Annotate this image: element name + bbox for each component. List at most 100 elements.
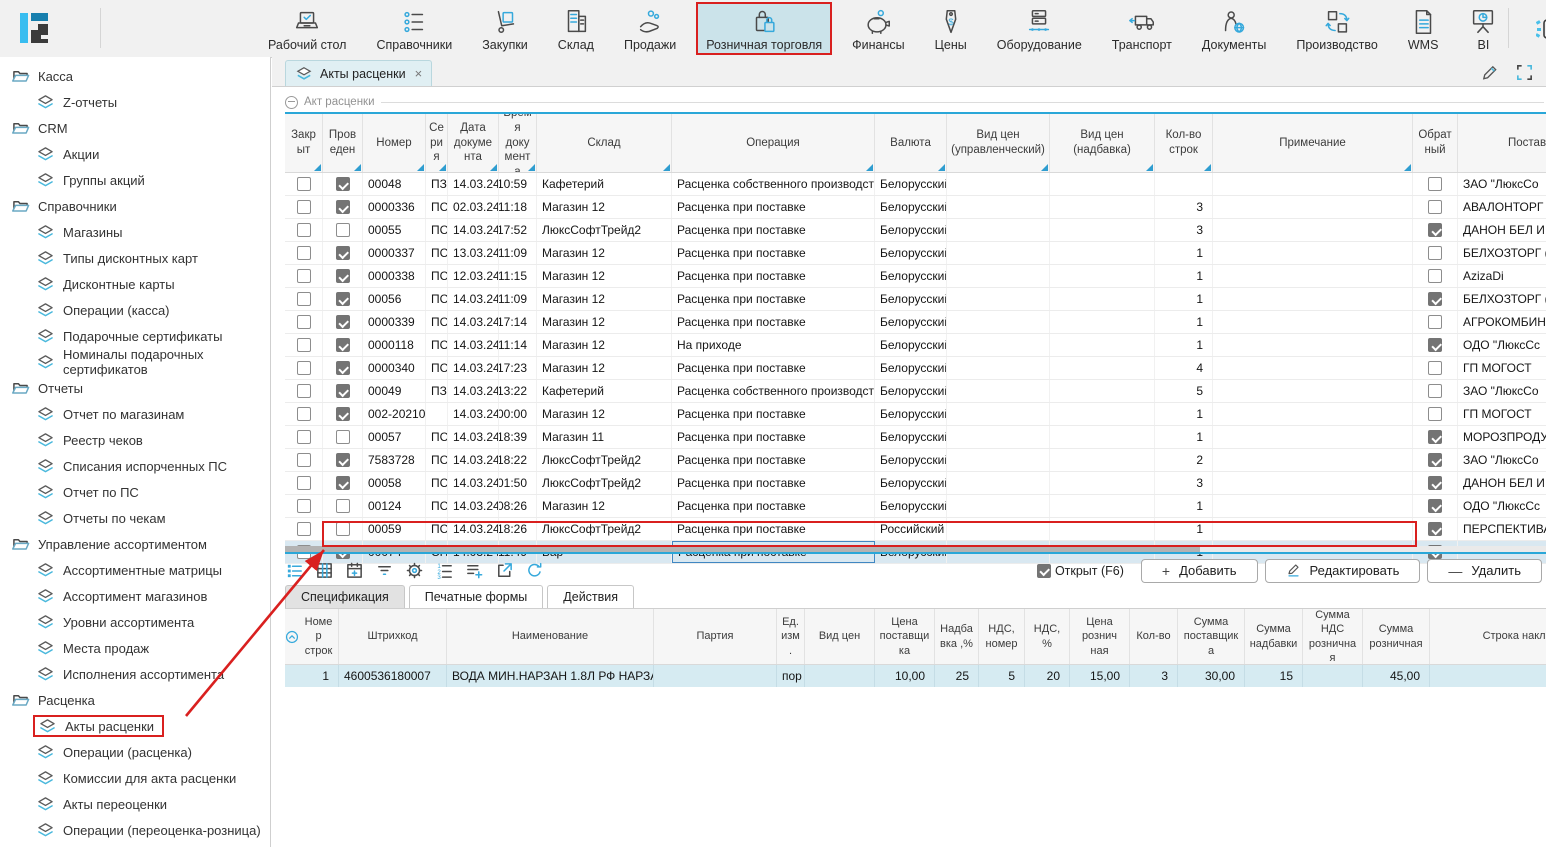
table-row[interactable]: 00057ПС14.03.2418:39Магазин 11Расценка п… <box>285 426 1546 449</box>
sidebar-item[interactable]: Уровни ассортимента <box>0 609 270 635</box>
posted-checkbox[interactable] <box>336 269 350 283</box>
sidebar-item[interactable]: Операции (касса) <box>0 297 270 323</box>
toolbar-item-transport[interactable]: Транспорт <box>1102 2 1182 55</box>
closed-checkbox[interactable] <box>297 292 311 306</box>
detail-tab-0[interactable]: Спецификация <box>285 585 405 608</box>
sidebar-item[interactable]: Типы дисконтных карт <box>0 245 270 271</box>
sidebar-item[interactable]: Места продаж <box>0 635 270 661</box>
delete-button[interactable]: —Удалить <box>1427 559 1542 583</box>
spec-column-header[interactable]: Цена поставщика <box>875 609 935 664</box>
spec-column-header[interactable]: Наименование <box>447 609 654 664</box>
numbered-list-icon[interactable]: 123 <box>435 561 454 580</box>
table-row[interactable]: 0000339ПС14.03.2417:14Магазин 12Расценка… <box>285 311 1546 334</box>
tab-close-icon[interactable]: × <box>415 66 423 81</box>
table-row[interactable]: 7583728ПС14.03.2418:22ЛюксСофтТрейд2Расц… <box>285 449 1546 472</box>
reverse-checkbox[interactable] <box>1428 338 1442 352</box>
tab-akty-rascenki[interactable]: Акты расценки × <box>285 60 432 86</box>
table-row[interactable]: 00059ПС14.03.2418:26ЛюксСофтТрейд2Расцен… <box>285 518 1546 541</box>
reverse-checkbox[interactable] <box>1428 200 1442 214</box>
table-row[interactable]: 00124ПС14.03.2408:26Магазин 12Расценка п… <box>285 495 1546 518</box>
closed-checkbox[interactable] <box>297 430 311 444</box>
column-header[interactable]: Проведен <box>323 114 363 172</box>
sidebar-item[interactable]: Списания испорченных ПС <box>0 453 270 479</box>
toolbar-item-finance[interactable]: Финансы <box>842 2 914 55</box>
sidebar-item[interactable]: Исполнения ассортимента <box>0 661 270 687</box>
reverse-checkbox[interactable] <box>1428 430 1442 444</box>
posted-checkbox[interactable] <box>336 407 350 421</box>
sidebar-item[interactable]: Расценка <box>0 687 270 713</box>
posted-checkbox[interactable] <box>336 246 350 260</box>
assistant-sparkle-icon[interactable] <box>1536 18 1546 45</box>
checkbox-checked[interactable] <box>1037 564 1051 578</box>
spec-column-header[interactable]: Сумма НДС розничная <box>1303 609 1363 664</box>
column-header[interactable]: Вид цен (надбавка) <box>1050 114 1155 172</box>
add-list-icon[interactable] <box>465 561 484 580</box>
closed-checkbox[interactable] <box>297 338 311 352</box>
reverse-checkbox[interactable] <box>1428 223 1442 237</box>
detail-tab-2[interactable]: Действия <box>547 585 634 608</box>
column-header[interactable]: Дата документа <box>448 114 499 172</box>
settings-icon[interactable] <box>405 561 424 580</box>
detail-tab-1[interactable]: Печатные формы <box>409 585 544 608</box>
toolbar-item-directory[interactable]: Справочники <box>366 2 462 55</box>
spec-column-header[interactable]: Строка накладной <box>1430 609 1546 664</box>
column-header[interactable]: Поставщик <box>1458 114 1546 172</box>
toolbar-item-documents[interactable]: Документы <box>1192 2 1276 55</box>
sidebar-item[interactable]: Ассортимент магазинов <box>0 583 270 609</box>
filter-icon[interactable] <box>375 561 394 580</box>
column-header[interactable]: Вид цен (управленческий) <box>947 114 1050 172</box>
export-icon[interactable] <box>495 561 514 580</box>
toolbar-item-wms[interactable]: WMS <box>1398 2 1449 55</box>
refresh-icon[interactable] <box>525 561 544 580</box>
sidebar-item[interactable]: Акции <box>0 141 270 167</box>
reverse-checkbox[interactable] <box>1428 361 1442 375</box>
reverse-checkbox[interactable] <box>1428 453 1442 467</box>
column-header[interactable]: Номер <box>363 114 426 172</box>
table-row[interactable]: 00056ПС14.03.2411:09Магазин 12Расценка п… <box>285 288 1546 311</box>
spec-column-header[interactable]: Ед. изм. <box>777 609 805 664</box>
reverse-checkbox[interactable] <box>1428 269 1442 283</box>
spec-column-header[interactable]: НДС, % <box>1025 609 1070 664</box>
sidebar-item[interactable]: Операции (расценка) <box>0 739 270 765</box>
sidebar-item[interactable]: Управление ассортиментом <box>0 531 270 557</box>
toolbar-item-retail[interactable]: Розничная торговля <box>696 2 832 55</box>
add-button[interactable]: +Добавить <box>1141 559 1258 583</box>
table-row[interactable]: 0000336ПС02.03.2411:18Магазин 12Расценка… <box>285 196 1546 219</box>
sidebar-item[interactable]: Отчет по ПС <box>0 479 270 505</box>
table-row[interactable]: 00055ПС14.03.2417:52ЛюксСофтТрейд2Расцен… <box>285 219 1546 242</box>
closed-checkbox[interactable] <box>297 246 311 260</box>
posted-checkbox[interactable] <box>336 200 350 214</box>
posted-checkbox[interactable] <box>336 499 350 513</box>
closed-checkbox[interactable] <box>297 453 311 467</box>
closed-checkbox[interactable] <box>297 522 311 536</box>
reverse-checkbox[interactable] <box>1428 177 1442 191</box>
spec-column-header[interactable]: Штрихкод <box>339 609 447 664</box>
sidebar-item[interactable]: Группы акций <box>0 167 270 193</box>
toolbar-item-prices[interactable]: $Цены <box>925 2 977 55</box>
reverse-checkbox[interactable] <box>1428 499 1442 513</box>
table-row[interactable]: 0000340ПС14.03.2417:23Магазин 12Расценка… <box>285 357 1546 380</box>
reverse-checkbox[interactable] <box>1428 407 1442 421</box>
sidebar-item[interactable]: Операции (переоценка-розница) <box>0 817 270 843</box>
table-row[interactable]: 0000337ПС13.03.2411:09Магазин 12Расценка… <box>285 242 1546 265</box>
table-row[interactable]: 0000118ПС14.03.2411:14Магазин 12На прихо… <box>285 334 1546 357</box>
column-header[interactable]: Кол-во строк <box>1155 114 1213 172</box>
grid-view-icon[interactable] <box>315 561 334 580</box>
list-view-icon[interactable] <box>285 561 304 580</box>
table-row[interactable]: 0000338ПС12.03.2411:15Магазин 12Расценка… <box>285 265 1546 288</box>
toolbar-item-desktop[interactable]: Рабочий стол <box>258 2 356 55</box>
spec-column-header[interactable]: Сумма поставщика <box>1178 609 1245 664</box>
toolbar-item-warehouse[interactable]: Склад <box>548 2 604 55</box>
sidebar-item[interactable]: Ассортиментные матрицы <box>0 557 270 583</box>
posted-checkbox[interactable] <box>336 430 350 444</box>
table-row[interactable]: 00058ПС14.03.2401:50ЛюксСофтТрейд2Расцен… <box>285 472 1546 495</box>
closed-checkbox[interactable] <box>297 177 311 191</box>
reverse-checkbox[interactable] <box>1428 315 1442 329</box>
spec-column-header[interactable]: Цена рознич ная <box>1070 609 1130 664</box>
sidebar-item[interactable]: Акты переоценки <box>0 791 270 817</box>
sidebar-item[interactable]: Отчет по магазинам <box>0 401 270 427</box>
reverse-checkbox[interactable] <box>1428 292 1442 306</box>
spec-column-header[interactable]: Партия <box>654 609 777 664</box>
table-row[interactable]: 002-2021014.03.2400:00Магазин 12Расценка… <box>285 403 1546 426</box>
sidebar-item[interactable]: Реестр чеков <box>0 427 270 453</box>
